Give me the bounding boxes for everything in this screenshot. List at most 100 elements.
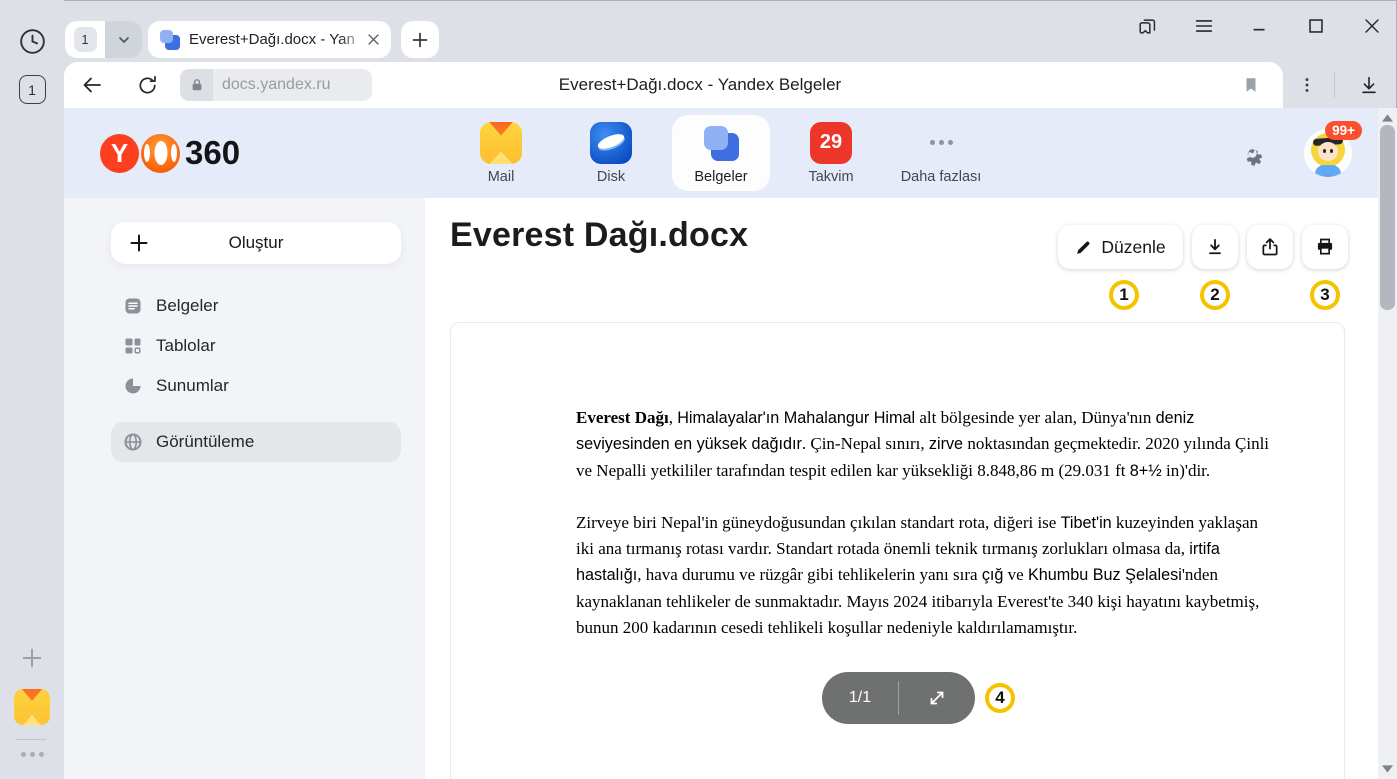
collections-button[interactable] [1137, 15, 1159, 37]
strip-divider [16, 739, 46, 740]
plus-icon [129, 233, 149, 253]
sidebar-item-sunumlar[interactable]: Sunumlar [111, 366, 401, 406]
more-apps-icon [920, 122, 962, 164]
site-info-pill[interactable]: docs.yandex.ru [180, 69, 372, 101]
clock-icon [19, 28, 46, 55]
tab-bar: 1 Everest+Dağı.docx - Yan [64, 0, 1397, 62]
document-paragraph: Zirveye biri Nepal'in güneydoğusundan çı… [576, 510, 1278, 641]
download-icon [1205, 237, 1225, 257]
minimize-button[interactable] [1249, 15, 1271, 37]
step-badge-1: 1 [1109, 280, 1139, 310]
back-button[interactable] [70, 62, 114, 108]
tab-close-icon[interactable] [366, 32, 381, 47]
mail-shortcut-button[interactable] [0, 689, 64, 725]
app-item-mail[interactable]: Mail [452, 115, 550, 191]
app-item-disk[interactable]: Disk [562, 115, 660, 191]
notification-badge: 99+ [1325, 121, 1362, 140]
app-switcher: Mail Disk Belgeler 29 Takvim Daha fazlas… [64, 108, 1378, 198]
tab-group-count: 1 [74, 27, 97, 52]
back-arrow-icon [80, 73, 104, 97]
sidebar-item-goruntuleme[interactable]: Görüntüleme [111, 422, 401, 462]
step-badge-3: 3 [1310, 280, 1340, 310]
browser-tab[interactable]: Everest+Dağı.docx - Yan [148, 21, 391, 58]
reload-button[interactable] [125, 62, 169, 108]
calendar-app-icon: 29 [810, 122, 852, 164]
app-item-more[interactable]: Daha fazlası [892, 115, 990, 191]
step-badge-4: 4 [985, 683, 1015, 713]
create-button[interactable]: Oluştur [111, 222, 401, 264]
domain-text: docs.yandex.ru [213, 76, 331, 94]
workspace-badge: 1 [19, 75, 46, 104]
address-bar: docs.yandex.ru Everest+Dağı.docx - Yande… [64, 62, 1283, 108]
close-icon [1361, 15, 1383, 37]
settings-button[interactable] [1239, 140, 1266, 167]
triangle-up-icon [1382, 114, 1393, 122]
sidebar-item-belgeler[interactable]: Belgeler [111, 286, 401, 326]
share-document-button[interactable] [1247, 225, 1293, 269]
download-icon [1358, 74, 1380, 96]
disk-app-icon [590, 122, 632, 164]
browser-menu-button[interactable] [1193, 15, 1215, 37]
edit-button[interactable]: Düzenle [1058, 225, 1183, 269]
scrollbar-thumb[interactable] [1380, 125, 1395, 310]
presentations-icon [123, 376, 143, 396]
document-viewer: Everest Dağı.docx Düzenle [425, 198, 1378, 779]
mail-icon [14, 689, 50, 725]
close-window-button[interactable] [1361, 15, 1383, 37]
bookmark-icon [1242, 76, 1260, 94]
browser-side-strip: 1 [0, 0, 64, 779]
tab-title: Everest+Dağı.docx - Yan [189, 31, 366, 48]
gear-icon [1239, 140, 1266, 167]
share-icon [1260, 237, 1280, 257]
tab-group[interactable]: 1 [65, 21, 142, 58]
docs-app-icon [700, 122, 742, 164]
pencil-icon [1075, 239, 1092, 256]
document-text: Everest Dağı, Himalayalar'ın Mahalangur … [576, 405, 1278, 641]
hamburger-icon [1193, 15, 1215, 37]
ellipsis-icon [21, 752, 44, 757]
documents-icon [123, 296, 143, 316]
yandex360-header: Y 360 Mail Disk Belgeler 29 [64, 108, 1378, 198]
browser-window: 1 1 Everest+Dağı.docx - Yan [0, 0, 1397, 779]
address-bar-row: docs.yandex.ru Everest+Dağı.docx - Yande… [64, 62, 1397, 108]
web-content: Y 360 Mail Disk Belgeler 29 [64, 108, 1397, 779]
globe-icon [123, 432, 143, 452]
history-button[interactable] [0, 28, 64, 55]
maximize-button[interactable] [1305, 15, 1327, 37]
kebab-icon [1298, 76, 1316, 94]
mail-app-icon [480, 122, 522, 164]
sidebar-item-tablolar[interactable]: Tablolar [111, 326, 401, 366]
docs-sidebar: Oluştur Belgeler Tablolar [64, 198, 425, 779]
download-document-button[interactable] [1192, 225, 1238, 269]
strip-more-button[interactable] [0, 752, 64, 757]
tab-group-expand[interactable] [105, 21, 142, 58]
app-item-belgeler[interactable]: Belgeler [672, 115, 770, 191]
downloads-button[interactable] [1349, 74, 1389, 96]
docs-favicon-icon [160, 30, 180, 50]
maximize-icon [1305, 15, 1327, 37]
scroll-down-button[interactable] [1378, 761, 1397, 777]
new-tab-button[interactable] [401, 21, 439, 58]
app-item-takvim[interactable]: 29 Takvim [782, 115, 880, 191]
collections-icon [1137, 15, 1159, 38]
add-panel-button[interactable] [0, 646, 64, 670]
document-paragraph: Everest Dağı, Himalayalar'ın Mahalangur … [576, 405, 1278, 484]
page-indicator[interactable]: 1/1 [822, 672, 975, 724]
reload-icon [136, 74, 159, 97]
document-title: Everest Dağı.docx [450, 216, 748, 255]
minimize-icon [1249, 15, 1271, 37]
triangle-down-icon [1382, 765, 1393, 773]
chevron-down-icon [116, 32, 132, 48]
printer-icon [1315, 237, 1335, 257]
fullscreen-button[interactable] [899, 688, 975, 708]
workspace-button[interactable]: 1 [0, 75, 64, 104]
plus-icon [20, 646, 44, 670]
bookmark-button[interactable] [1229, 62, 1273, 108]
page-count: 1/1 [822, 689, 898, 707]
kebab-menu-button[interactable] [1294, 76, 1320, 94]
scroll-up-button[interactable] [1378, 110, 1397, 126]
print-document-button[interactable] [1302, 225, 1348, 269]
page-scrollbar[interactable] [1378, 108, 1397, 779]
user-avatar[interactable]: 99+ [1304, 129, 1352, 177]
tables-icon [123, 336, 143, 356]
